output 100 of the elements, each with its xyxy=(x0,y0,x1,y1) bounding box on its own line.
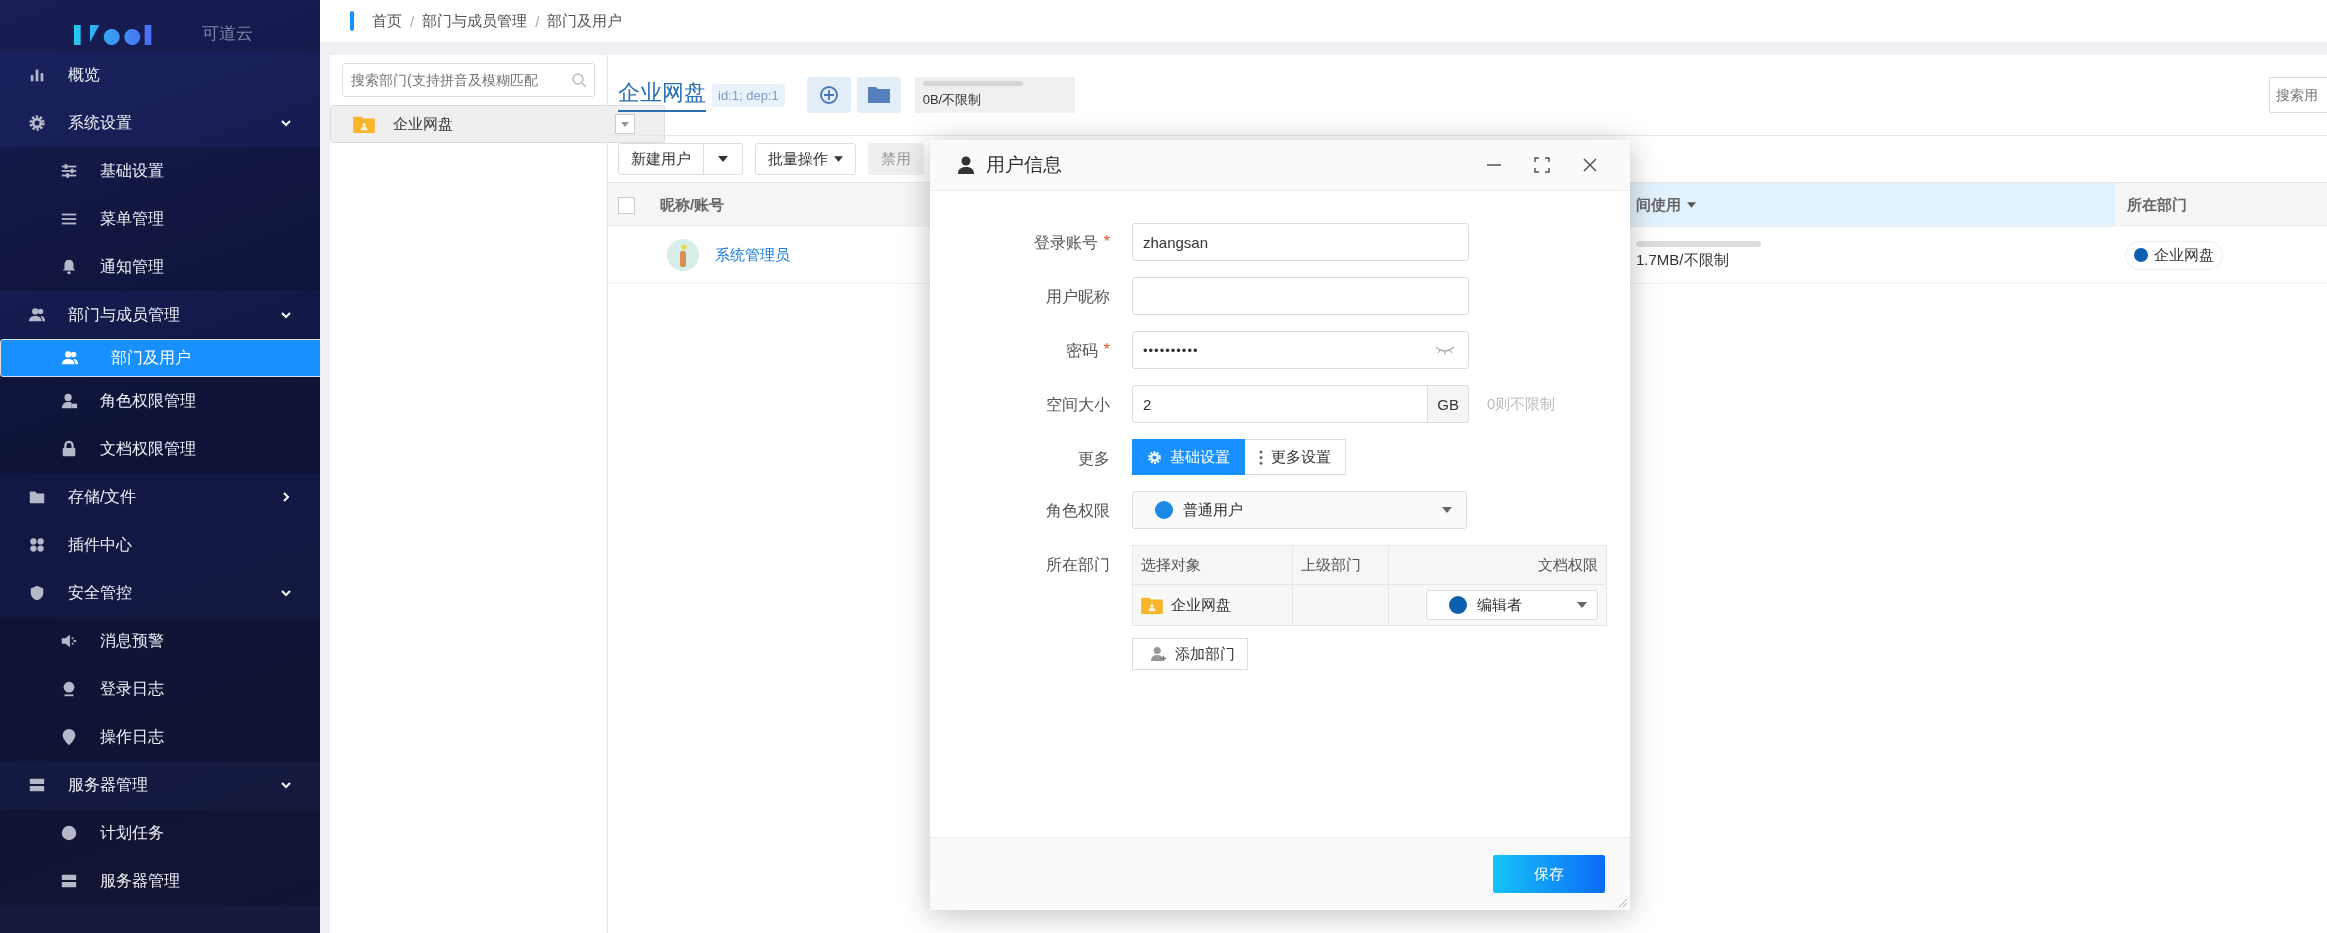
sidebar-item[interactable]: 服务器管理 xyxy=(0,761,320,809)
required-mark: * xyxy=(1103,233,1110,251)
sidebar-item[interactable]: 存储/文件 xyxy=(0,473,320,521)
sort-caret-icon xyxy=(1687,202,1696,208)
lock-icon xyxy=(60,440,78,458)
chevron-right-icon xyxy=(280,491,292,503)
brand-name: 可道云 xyxy=(202,23,253,45)
sidebar-item[interactable]: 服务器管理 xyxy=(0,857,320,905)
speaker-icon xyxy=(60,632,78,650)
eye-closed-icon[interactable] xyxy=(1435,345,1455,355)
sidebar-item[interactable]: 消息预警 xyxy=(0,617,320,665)
sidebar-item[interactable]: 插件中心 xyxy=(0,521,320,569)
role-select[interactable]: 普通用户 xyxy=(1132,491,1467,529)
breadcrumb-link[interactable]: 首页 xyxy=(372,11,402,31)
folder-icon xyxy=(867,86,890,104)
accent-bar xyxy=(350,11,354,31)
id-tag: id:1; dep:1 xyxy=(712,83,785,107)
field-label: 更多 xyxy=(1078,449,1110,469)
breadcrumb-separator: / xyxy=(410,12,415,30)
apps-icon xyxy=(28,536,46,554)
users-icon xyxy=(61,349,79,367)
caret-icon xyxy=(718,156,728,162)
user-lock-icon xyxy=(60,392,78,410)
column-header[interactable]: 所在部门 xyxy=(2115,183,2327,227)
sidebar-item[interactable]: 计划任务 xyxy=(0,809,320,857)
caret-icon xyxy=(1442,507,1452,513)
sidebar-item[interactable]: 系统设置 xyxy=(0,99,320,147)
department-title[interactable]: 企业网盘 xyxy=(618,78,706,112)
hint-text: 0则不限制 xyxy=(1487,394,1556,414)
add-department-button[interactable]: 添加部门 xyxy=(1132,638,1248,670)
usage-text: 1.7MB/不限制 xyxy=(1636,250,1730,270)
sidebar-item[interactable]: 概览 xyxy=(0,51,320,99)
new-user-button[interactable]: 新建用户 xyxy=(618,143,704,175)
tree-item[interactable]: 企业网盘 xyxy=(330,105,665,143)
sidebar-item[interactable]: 登录日志 xyxy=(0,665,320,713)
dropdown-button[interactable] xyxy=(704,143,743,175)
sidebar-item[interactable]: 安全管控 xyxy=(0,569,320,617)
batch-button[interactable]: 批量操作 xyxy=(755,143,856,175)
add-icon-button[interactable] xyxy=(806,77,851,113)
user-name-link[interactable]: 系统管理员 xyxy=(715,245,790,265)
chevron-down-icon xyxy=(280,309,292,321)
sidebar-item[interactable]: 部门与成员管理 xyxy=(0,291,320,339)
shield-icon xyxy=(28,584,46,602)
sliders-icon xyxy=(60,162,78,180)
field-label: 空间大小 xyxy=(1046,395,1110,415)
close-icon[interactable] xyxy=(1582,157,1598,173)
column-header: 选择对象 xyxy=(1133,546,1293,584)
breadcrumb-link[interactable]: 部门与成员管理 xyxy=(422,11,528,31)
user-plus-icon xyxy=(1151,646,1167,662)
search-field[interactable]: 搜索部门(支持拼音及模糊匹配 xyxy=(342,63,595,97)
field-label: 密码 xyxy=(1065,341,1098,361)
checkbox[interactable] xyxy=(618,196,635,214)
required-mark: * xyxy=(1103,341,1110,359)
input-field[interactable] xyxy=(1132,277,1469,315)
gear-icon xyxy=(1147,449,1162,465)
segment-button[interactable]: 更多设置 xyxy=(1245,439,1346,475)
chevron-down-icon xyxy=(280,587,292,599)
column-header: 文档权限 xyxy=(1537,554,1599,575)
plus-circle-icon xyxy=(818,85,839,105)
breadcrumb-link[interactable]: 部门及用户 xyxy=(547,11,623,31)
search-field[interactable]: 搜索用 xyxy=(2269,77,2327,113)
more-icon xyxy=(1259,449,1263,465)
dialog-title: 用户信息 xyxy=(986,153,1063,177)
sidebar-item[interactable]: 菜单管理 xyxy=(0,195,320,243)
sidebar-item[interactable]: 文档权限管理 xyxy=(0,425,320,473)
folder-icon xyxy=(353,115,375,133)
maximize-icon[interactable] xyxy=(1534,157,1550,173)
breadcrumb-separator: / xyxy=(535,12,540,30)
dropdown-icon[interactable] xyxy=(615,114,635,134)
users-icon xyxy=(28,306,46,324)
storage-reading: 0B/不限制 xyxy=(922,91,983,109)
chevron-down-icon xyxy=(280,117,292,129)
settings-icon xyxy=(28,114,46,132)
caret-icon xyxy=(1577,602,1587,608)
server-icon xyxy=(60,872,78,890)
input-field[interactable]: 2 xyxy=(1132,385,1429,423)
column-header[interactable]: 间使用 xyxy=(1630,183,2115,227)
field-label: 角色权限 xyxy=(1046,501,1110,521)
folder-icon xyxy=(1141,596,1163,614)
department-name: 企业网盘 xyxy=(1171,595,1231,615)
bell-icon xyxy=(60,258,78,276)
permission-select[interactable]: 编辑者 xyxy=(1426,590,1598,620)
chevron-down-icon xyxy=(280,779,292,791)
folder-icon-button[interactable] xyxy=(856,77,901,113)
field-label: 所在部门 xyxy=(1046,555,1110,575)
input-field[interactable]: zhangsan xyxy=(1132,223,1469,261)
sidebar-item[interactable]: 基础设置 xyxy=(0,147,320,195)
server-icon xyxy=(28,776,46,794)
resize-grip-icon[interactable] xyxy=(1616,896,1628,908)
avatar xyxy=(667,239,699,271)
sidebar-item[interactable]: 操作日志 xyxy=(0,713,320,761)
search-icon xyxy=(571,72,587,88)
sidebar-item[interactable]: 通知管理 xyxy=(0,243,320,291)
password-field[interactable]: •••••••••• xyxy=(1132,331,1469,369)
field-label: 用户昵称 xyxy=(1046,287,1110,307)
user-icon xyxy=(958,156,974,174)
column-header: 上级部门 xyxy=(1293,546,1389,584)
field-label: 登录账号 xyxy=(1033,233,1098,253)
unit-label: GB xyxy=(1428,385,1469,423)
sidebar-item[interactable]: 角色权限管理 xyxy=(0,377,320,425)
